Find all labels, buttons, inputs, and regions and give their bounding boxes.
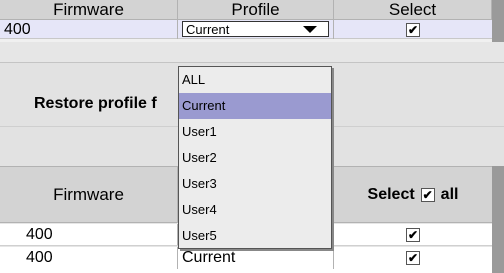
select-all-label: all [440,185,459,203]
dropdown-option-user4[interactable]: User4 [179,197,331,223]
top-row-profile-cell: Current [178,20,334,39]
divider [0,39,492,42]
row1-firmware-cell: 400 [0,224,178,245]
bottom-col-header-select-label: Select [367,185,415,203]
dropdown-option-all[interactable]: ALL [179,67,331,93]
chevron-down-icon [303,26,317,33]
top-scrollbar[interactable] [492,0,504,42]
profile-select-value: Current [186,22,230,37]
dropdown-option-user1[interactable]: User1 [179,119,331,145]
top-col-header-firmware-label: Firmware [53,0,124,19]
dropdown-option-label: ALL [182,72,206,87]
top-col-header-profile: Profile [178,0,334,20]
restore-profile-label: Restore profile f [34,95,157,112]
row2-select-checkbox[interactable] [406,251,420,265]
top-col-header-select-label: Select [388,0,437,19]
bottom-col-header-select: Select all [334,167,492,222]
dropdown-option-label: User1 [182,124,217,139]
top-row-firmware-value: 400 [4,20,31,38]
select-all-checkbox[interactable] [420,187,435,202]
dropdown-option-label: User2 [182,150,217,165]
dropdown-option-label: User4 [182,202,217,217]
dropdown-option-current[interactable]: Current [179,93,331,119]
bottom-col-header-firmware: Firmware [0,167,178,222]
top-row-firmware-cell: 400 [0,20,178,39]
row2-profile-value: Current [182,249,236,266]
profile-dropdown-list: ALL Current User1 User2 User3 User4 User… [178,66,332,249]
top-table-row[interactable]: 400 Current [0,20,492,39]
bottom-col-header-firmware-label: Firmware [53,184,124,204]
table-row[interactable]: 400 Current [0,247,492,273]
row1-select-checkbox[interactable] [406,227,420,242]
row2-profile-cell: Current [178,247,334,269]
top-col-header-select: Select [334,0,492,20]
dropdown-option-user3[interactable]: User3 [179,171,331,197]
row2-firmware-value: 400 [26,249,53,266]
row2-firmware-cell: 400 [0,247,178,269]
dropdown-option-label: User3 [182,176,217,191]
top-col-header-firmware: Firmware [0,0,178,20]
row2-select-cell [334,247,492,269]
bottom-scrollbar[interactable] [492,166,504,273]
top-col-header-profile-label: Profile [231,0,280,19]
dropdown-option-user2[interactable]: User2 [179,145,331,171]
top-row-select-checkbox[interactable] [406,22,420,37]
profile-select[interactable]: Current [182,21,329,37]
dropdown-option-label: User5 [182,228,217,243]
dropdown-option-user5[interactable]: User5 [179,223,331,248]
row1-firmware-value: 400 [26,225,53,243]
top-row-select-cell [334,20,492,39]
dropdown-option-label: Current [182,98,226,113]
row1-select-cell [334,224,492,245]
